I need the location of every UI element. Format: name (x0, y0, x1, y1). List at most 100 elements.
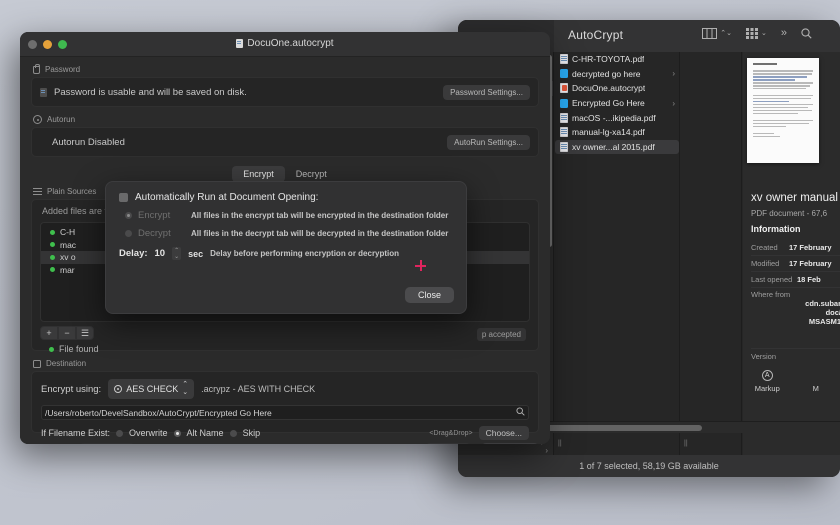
filename-exist-row: If Filename Exist: Overwrite Alt Name Sk… (41, 426, 529, 440)
window-title: DocuOne.autocrypt (247, 38, 334, 49)
preview-subtitle: PDF document - 67,6 (751, 209, 828, 218)
finder-toolbar-icons: ⌃⌄ ⌄ » (702, 27, 812, 39)
radio-overwrite[interactable] (116, 429, 124, 437)
radio-decrypt[interactable] (125, 230, 132, 237)
destination-section-header: Destination (33, 359, 539, 368)
password-status-text: Password is usable and will be saved on … (54, 86, 247, 98)
list-item[interactable]: DocuOne.autocrypt (555, 81, 679, 96)
group-by-icon[interactable]: ⌄ (746, 27, 767, 39)
destination-panel: Encrypt using: AES CHECK ⌃ ⌄ .acrypz - AE… (31, 371, 539, 440)
desktop: AutoCrypt ⌃⌄ ⌄ » › › › (0, 0, 840, 525)
list-item[interactable]: decrypted go here › (555, 67, 679, 82)
delay-stepper[interactable]: ⌃ ⌄ (172, 247, 182, 260)
plain-sources-toolbar: + − ☰ (40, 326, 530, 340)
destination-section-label: Destination (46, 359, 87, 368)
encrypt-description: All files in the encrypt tab will be enc… (191, 211, 449, 220)
plain-sources-status-text: File found (59, 344, 99, 354)
auto-run-checkbox-row[interactable]: Automatically Run at Document Opening: (119, 192, 453, 203)
radio-alt-name[interactable] (173, 429, 181, 437)
file-name: Encrypted Go Here (572, 98, 645, 109)
autocrypt-document-icon (560, 83, 568, 94)
close-button[interactable]: Close (404, 287, 454, 303)
sheet-option-encrypt[interactable]: Encrypt All files in the encrypt tab wil… (119, 210, 453, 221)
radio-skip-label[interactable]: Skip (243, 428, 261, 438)
more-actions-label: M (812, 384, 819, 393)
stop-button[interactable]: Stop (425, 443, 471, 444)
finder-column-3[interactable] (681, 52, 742, 455)
source-options-button[interactable]: ☰ (76, 326, 94, 340)
group-chevron-icon[interactable]: ⌄ (761, 29, 767, 37)
metadata-value: 17 February (789, 259, 832, 268)
radio-alt-name-label[interactable]: Alt Name (187, 428, 224, 438)
view-chevron-icon[interactable]: ⌃⌄ (720, 30, 732, 37)
pdf-file-icon (560, 127, 568, 138)
tab-encrypt[interactable]: Encrypt (232, 166, 285, 182)
drop-hint-badge: p accepted (476, 328, 526, 341)
metadata-row: Created 17 February (751, 240, 840, 255)
column-view-icon[interactable]: ⌃⌄ (702, 27, 732, 39)
list-item[interactable]: C-HR-TOYOTA.pdf (555, 52, 679, 67)
list-item[interactable]: Encrypted Go Here › (555, 96, 679, 111)
finder-file-list[interactable]: C-HR-TOYOTA.pdf decrypted go here › Docu… (555, 52, 680, 455)
auto-run-checkbox[interactable] (119, 193, 128, 202)
preview-metadata: Created 17 February Modified 17 February… (751, 240, 840, 326)
column-resize-handle[interactable]: || (684, 440, 688, 447)
list-item-selected[interactable]: xv owner...al 2015.pdf (555, 139, 679, 155)
autorun-section-header: Autorun (33, 115, 539, 124)
file-name: xv owner...al 2015.pdf (572, 141, 655, 152)
search-icon[interactable] (801, 27, 812, 39)
destination-path-input[interactable]: /Users/roberto/DevelSandbox/AutoCrypt/En… (41, 405, 529, 420)
lock-icon (33, 63, 41, 74)
preview-actions: A Markup · M (743, 370, 840, 393)
folder-icon (560, 98, 568, 108)
metadata-row: Modified 17 February (751, 255, 840, 271)
markup-icon: A (761, 370, 773, 381)
status-dot-icon (50, 267, 55, 273)
chevron-updown-icon: ⌃ ⌄ (182, 381, 189, 396)
list-item[interactable]: manual-lg-xa14.pdf (555, 125, 679, 140)
more-actions-button[interactable]: · M (792, 370, 840, 393)
tab-decrypt[interactable]: Decrypt (285, 166, 338, 182)
chevron-right-icon: › (672, 98, 675, 108)
extension-note: .acrypz - AES WITH CHECK (201, 384, 316, 394)
autorun-status-text: Autorun Disabled (52, 136, 125, 148)
mode-tabs: Encrypt Decrypt (31, 166, 539, 182)
markup-label: Markup (754, 384, 780, 393)
cancel-button[interactable]: Cancel (79, 443, 135, 444)
finder-status-bar: 1 of 7 selected, 58,19 GB available (458, 455, 840, 477)
finder-preview-pane: xv owner manual 2 PDF document - 67,6 In… (743, 52, 840, 455)
autorun-settings-sheet: Automatically Run at Document Opening: E… (105, 181, 467, 314)
list-item[interactable]: macOS -...ikipedia.pdf (555, 110, 679, 125)
autorun-panel: Autorun Disabled AutoRun Settings... (31, 127, 539, 157)
password-settings-button[interactable]: Password Settings... (443, 84, 530, 100)
sheet-option-decrypt[interactable]: Decrypt All files in the decrypt tab wil… (119, 228, 453, 239)
sheet-radio-encrypt-group[interactable]: Encrypt (119, 210, 191, 221)
autorun-settings-button[interactable]: AutoRun Settings... (447, 134, 530, 150)
metadata-value: 17 February (789, 243, 832, 252)
cipher-select[interactable]: AES CHECK ⌃ ⌄ (108, 379, 195, 399)
more-icon[interactable]: » (781, 27, 787, 39)
metadata-value: cdn.subar (805, 299, 840, 308)
remove-source-button[interactable]: − (58, 326, 76, 340)
column-resize-handle[interactable]: || (558, 440, 562, 447)
autocrypt-document-icon (236, 39, 244, 48)
password-section-label: Password (45, 65, 81, 74)
delay-value[interactable]: 10 (155, 248, 166, 259)
search-icon[interactable] (516, 407, 525, 418)
radio-skip[interactable] (229, 429, 237, 437)
metadata-key: Modified (751, 259, 780, 268)
metadata-key: Created (751, 243, 778, 252)
sheet-radio-decrypt-group[interactable]: Decrypt (119, 228, 191, 239)
encrypt-button[interactable]: Encrypt (480, 443, 539, 444)
add-source-button[interactable]: + (40, 326, 58, 340)
metadata-key: Last opened (751, 275, 793, 284)
pdf-thumbnail[interactable] (747, 58, 819, 163)
file-name: DocuOne.autocrypt (572, 83, 646, 94)
pdf-file-icon (560, 112, 568, 123)
metadata-value: 18 Feb (797, 275, 821, 284)
choose-button[interactable]: Choose... (478, 426, 529, 440)
radio-overwrite-label[interactable]: Overwrite (129, 428, 168, 438)
radio-encrypt[interactable] (125, 212, 132, 219)
cipher-icon (114, 385, 123, 393)
markup-button[interactable]: A Markup (743, 370, 792, 393)
